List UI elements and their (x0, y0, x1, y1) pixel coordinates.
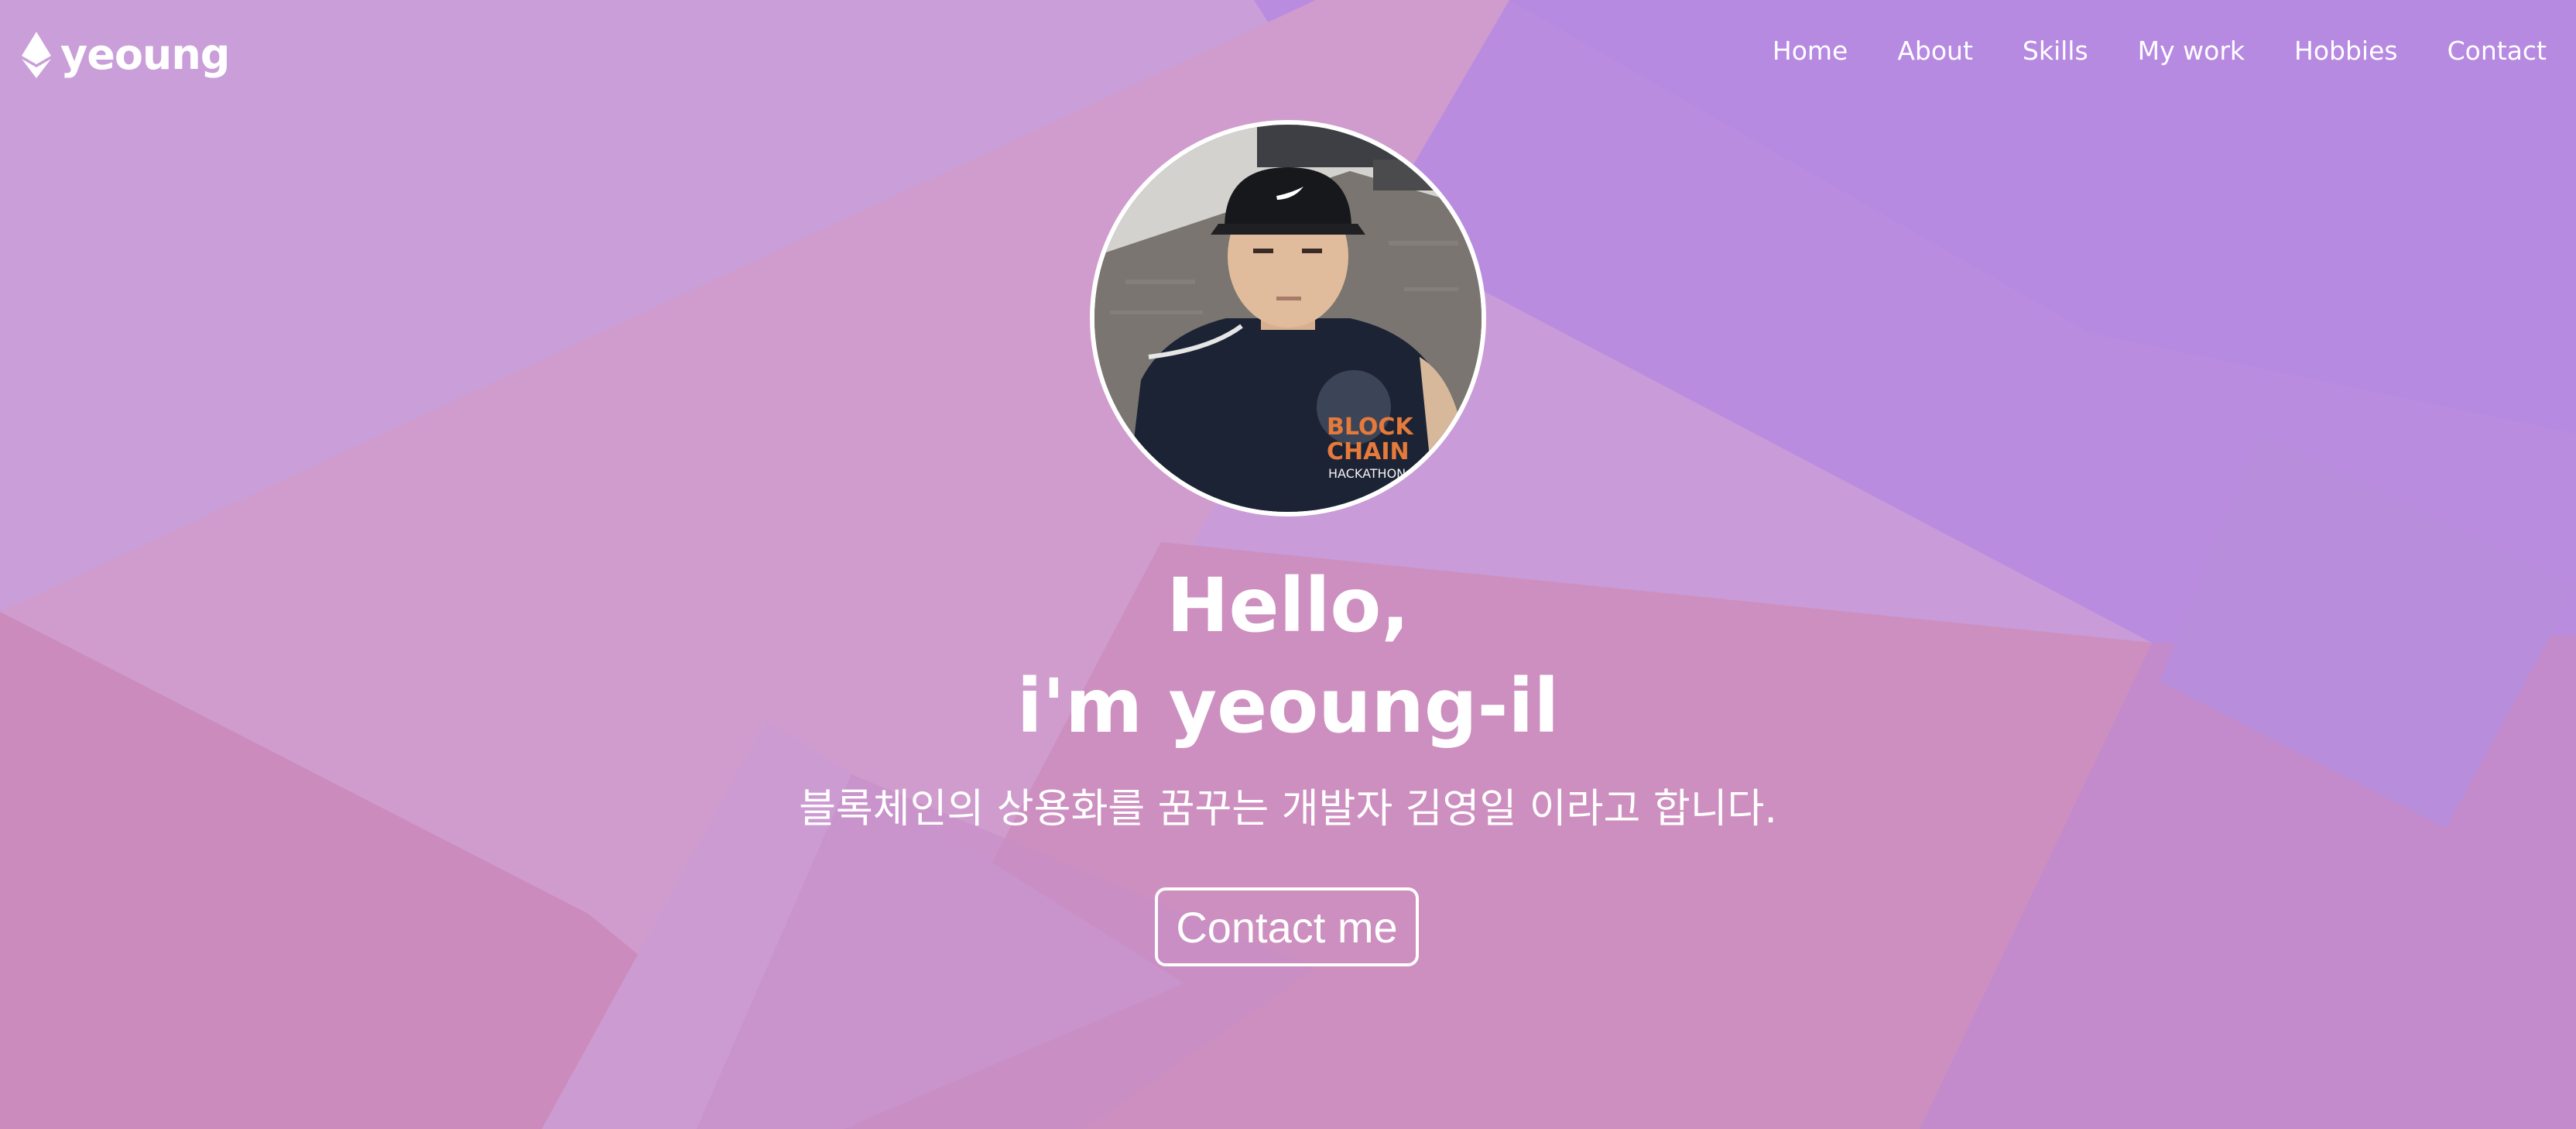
profile-photo: BLOCK CHAIN HACKATHON (1094, 125, 1482, 512)
nav-item-home[interactable]: Home (1773, 29, 1848, 73)
brand-name: yeoung (60, 30, 230, 79)
svg-text:HACKATHON: HACKATHON (1328, 466, 1406, 481)
nav-item-skills[interactable]: Skills (2023, 29, 2088, 73)
top-navbar: yeoung Home About Skills My work Hobbies… (0, 0, 2576, 108)
ethereum-icon (22, 32, 51, 78)
contact-me-button[interactable]: Contact me (1155, 887, 1419, 966)
nav-item-about[interactable]: About (1897, 29, 1973, 73)
nav-item-my-work[interactable]: My work (2138, 29, 2245, 73)
nav-item-contact[interactable]: Contact (2448, 29, 2547, 73)
hero-greeting-line1: Hello, (1166, 562, 1410, 649)
brand-logo[interactable]: yeoung (22, 28, 230, 82)
nav-menu: Home About Skills My work Hobbies Contac… (1773, 29, 2547, 73)
svg-text:CHAIN: CHAIN (1327, 438, 1410, 465)
svg-text:BLOCK: BLOCK (1327, 414, 1414, 441)
hero-greeting-line2: i'm yeoung-il (1016, 663, 1560, 750)
nav-item-hobbies[interactable]: Hobbies (2294, 29, 2398, 73)
avatar: BLOCK CHAIN HACKATHON (1090, 120, 1486, 516)
hero-section: BLOCK CHAIN HACKATHON Hello, i'm yeoung-… (0, 0, 2576, 1129)
hero-description: 블록체인의 상용화를 꿈꾸는 개발자 김영일 이라고 합니다. (799, 786, 1777, 832)
